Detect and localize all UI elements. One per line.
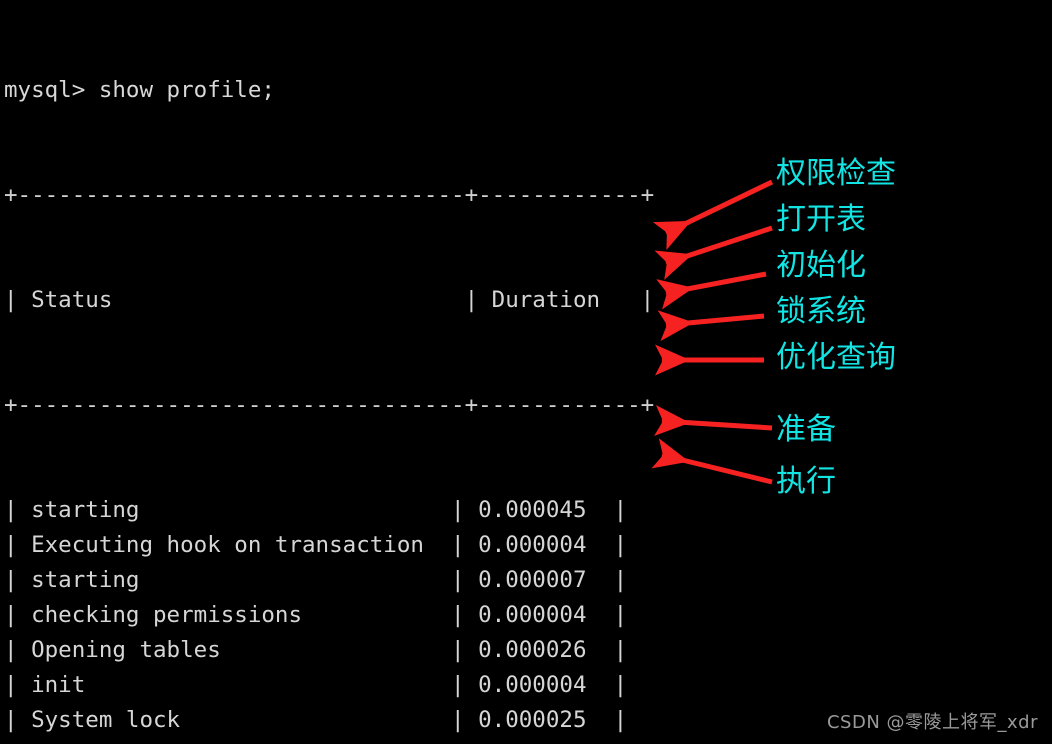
table-header-divider: +---------------------------------+-----… xyxy=(4,392,655,418)
table-row: | init | 0.000004 | xyxy=(4,672,628,698)
terminal-screenshot: mysql> show profile; +------------------… xyxy=(0,0,1052,744)
annotation-label: 优化查询 xyxy=(776,340,896,375)
annotation-label: 权限检查 xyxy=(776,156,896,191)
mysql-terminal-output: mysql> show profile; +------------------… xyxy=(0,0,700,744)
table-row: | starting | 0.000045 | xyxy=(4,497,628,523)
table-header-row: | Status | Duration | xyxy=(4,287,655,313)
table-row: | starting | 0.000007 | xyxy=(4,567,628,593)
csdn-watermark: CSDN @零陵上将军_xdr xyxy=(826,712,1038,733)
annotation-label: 初始化 xyxy=(776,248,866,283)
annotation-label: 打开表 xyxy=(776,202,866,237)
table-row: | optimizing | 0.000003 | xyxy=(4,738,700,744)
annotation-label: 锁系统 xyxy=(776,294,866,329)
annotation-label: 准备 xyxy=(776,412,836,447)
table-row: | Opening tables | 0.000026 | xyxy=(4,637,628,663)
table-row: | Executing hook on transaction | 0.0000… xyxy=(4,532,628,558)
table-row: | checking permissions | 0.000004 | xyxy=(4,602,628,628)
table-body: | starting | 0.000045 | | Executing hook … xyxy=(4,493,700,744)
annotation-label: 执行 xyxy=(776,464,836,499)
mysql-prompt-line: mysql> show profile; xyxy=(4,77,275,103)
table-top-divider: +---------------------------------+-----… xyxy=(4,182,655,208)
table-row: | System lock | 0.000025 | xyxy=(4,707,628,733)
